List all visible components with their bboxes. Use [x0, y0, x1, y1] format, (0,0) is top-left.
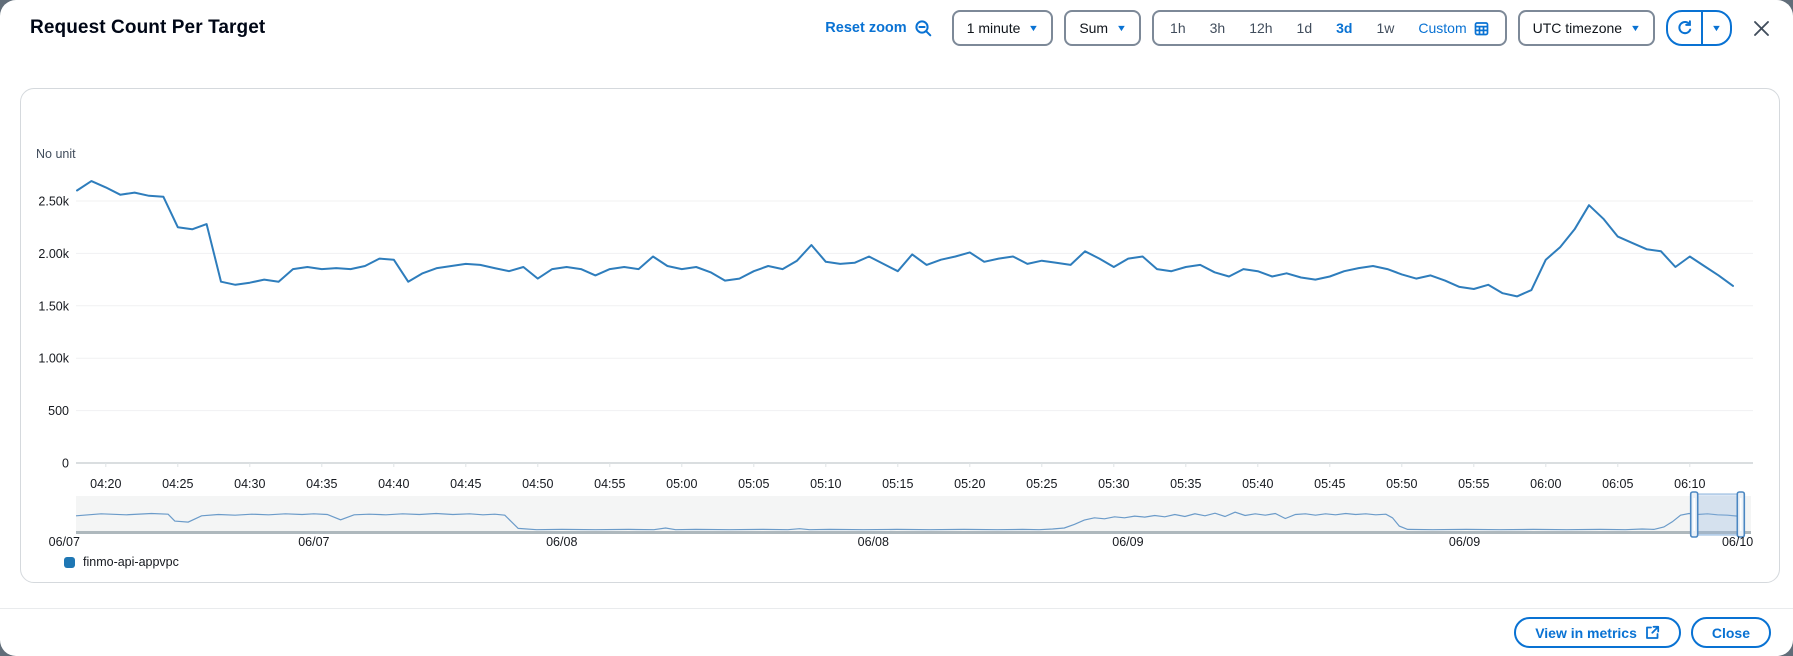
x-tick-label: 06:10	[1674, 477, 1705, 491]
reset-zoom-button[interactable]: Reset zoom	[825, 19, 932, 38]
x-tick-label: 04:30	[234, 477, 265, 491]
timeline-date-label: 06/09	[1449, 535, 1480, 549]
period-dropdown-value: 1 minute	[966, 20, 1021, 36]
x-tick-label: 05:40	[1242, 477, 1273, 491]
range-3d-selected[interactable]: 3d	[1324, 20, 1364, 36]
view-in-metrics-label: View in metrics	[1535, 624, 1637, 641]
x-tick-label: 04:25	[162, 477, 193, 491]
x-tick-label: 04:45	[450, 477, 481, 491]
modal-header: Request Count Per Target Reset zoom 1 mi…	[0, 0, 1793, 56]
statistic-dropdown-value: Sum	[1079, 20, 1109, 36]
y-axis-unit-label: No unit	[36, 147, 76, 161]
range-12h[interactable]: 12h	[1237, 20, 1284, 36]
x-tick-label: 04:50	[522, 477, 553, 491]
x-tick-label: 05:55	[1458, 477, 1489, 491]
x-tick-label: 05:30	[1098, 477, 1129, 491]
y-tick-label: 500	[48, 404, 69, 418]
timeline-date-label: 06/08	[546, 535, 577, 549]
refresh-button[interactable]	[1668, 12, 1701, 44]
brush-selection[interactable]	[1690, 493, 1745, 536]
external-link-icon	[1645, 625, 1659, 639]
timeline-date-label: 06/07	[298, 535, 329, 549]
calendar-icon	[1474, 21, 1488, 35]
zoom-out-icon	[915, 19, 931, 36]
page-title: Request Count Per Target	[30, 17, 266, 38]
modal-footer: View in metrics Close	[1514, 617, 1771, 648]
x-tick-label: 05:15	[882, 477, 913, 491]
timeline-date-label: 06/08	[858, 535, 889, 549]
chevron-down-icon: ▼	[1629, 22, 1642, 33]
chart-card: 0 500 1.00k 1.50k 2.00k 2.50k 04:20 04:25 04:30 0…	[20, 88, 1780, 583]
range-3h[interactable]: 3h	[1198, 20, 1238, 36]
x-tick-label: 04:20	[90, 477, 121, 491]
legend-item[interactable]: finmo-api-appvpc	[64, 555, 179, 569]
main-series-line[interactable]	[76, 180, 1734, 298]
x-tick-label: 06:05	[1602, 477, 1633, 491]
range-1d[interactable]: 1d	[1285, 20, 1325, 36]
close-icon	[1753, 20, 1769, 36]
y-tick-label: 2.50k	[38, 195, 69, 209]
range-1h[interactable]: 1h	[1158, 20, 1198, 36]
time-range-group: 1h 3h 12h 1d 3d 1w Custom	[1152, 10, 1507, 46]
close-footer-button[interactable]: Close	[1690, 617, 1771, 648]
refresh-options-button[interactable]: ▼	[1703, 12, 1730, 44]
refresh-icon	[1677, 20, 1691, 35]
x-tick-label: 05:20	[954, 477, 985, 491]
statistic-dropdown[interactable]: Sum ▼	[1064, 10, 1142, 46]
period-dropdown[interactable]: 1 minute ▼	[951, 10, 1054, 46]
x-tick-label: 05:00	[666, 477, 697, 491]
range-1w[interactable]: 1w	[1364, 20, 1406, 36]
x-tick-label: 05:35	[1170, 477, 1201, 491]
x-tick-label: 04:40	[378, 477, 409, 491]
close-button[interactable]	[1747, 14, 1775, 42]
legend-label: finmo-api-appvpc	[83, 555, 179, 569]
view-in-metrics-button[interactable]: View in metrics	[1514, 617, 1681, 648]
chart-toolbar: Reset zoom 1 minute ▼ Sum ▼ 1h 3h 12h 1d…	[825, 10, 1775, 46]
x-tick-label: 05:45	[1314, 477, 1345, 491]
x-tick-label: 05:10	[810, 477, 841, 491]
timeline-axis	[76, 531, 1751, 534]
metric-detail-modal: Request Count Per Target Reset zoom 1 mi…	[0, 0, 1793, 656]
chevron-down-icon: ▼	[1028, 22, 1040, 33]
metric-chart[interactable]: 0 500 1.00k 1.50k 2.00k 2.50k 04:20 04:25 04:30 0…	[21, 89, 1779, 582]
x-tick-label: 05:05	[738, 477, 769, 491]
timezone-dropdown-value: UTC timezone	[1532, 20, 1623, 36]
close-footer-label: Close	[1711, 624, 1750, 641]
x-tick-label: 04:55	[594, 477, 625, 491]
range-custom[interactable]: Custom	[1406, 20, 1500, 36]
x-tick-label: 05:50	[1386, 477, 1417, 491]
custom-label: Custom	[1418, 20, 1467, 36]
legend-color-swatch	[64, 556, 75, 568]
timeline-date-label: 06/10	[1722, 535, 1753, 549]
x-tick-label: 04:35	[306, 477, 337, 491]
chevron-down-icon: ▼	[1115, 22, 1128, 33]
y-tick-label: 1.00k	[38, 352, 69, 366]
y-tick-label: 0	[62, 457, 69, 471]
y-tick-label: 1.50k	[38, 299, 69, 313]
x-tick-label: 05:25	[1026, 477, 1057, 491]
x-tick-label: 06:00	[1530, 477, 1561, 491]
timeline-date-label: 06/07	[49, 535, 80, 549]
chevron-down-icon: ▼	[1710, 22, 1723, 33]
refresh-split-button: ▼	[1666, 10, 1732, 46]
reset-zoom-label: Reset zoom	[825, 20, 907, 36]
y-tick-label: 2.00k	[38, 247, 69, 261]
timeline-band	[76, 496, 1751, 531]
footer-divider	[0, 608, 1793, 609]
timeline-date-label: 06/09	[1112, 535, 1143, 549]
timezone-dropdown[interactable]: UTC timezone ▼	[1517, 10, 1655, 46]
